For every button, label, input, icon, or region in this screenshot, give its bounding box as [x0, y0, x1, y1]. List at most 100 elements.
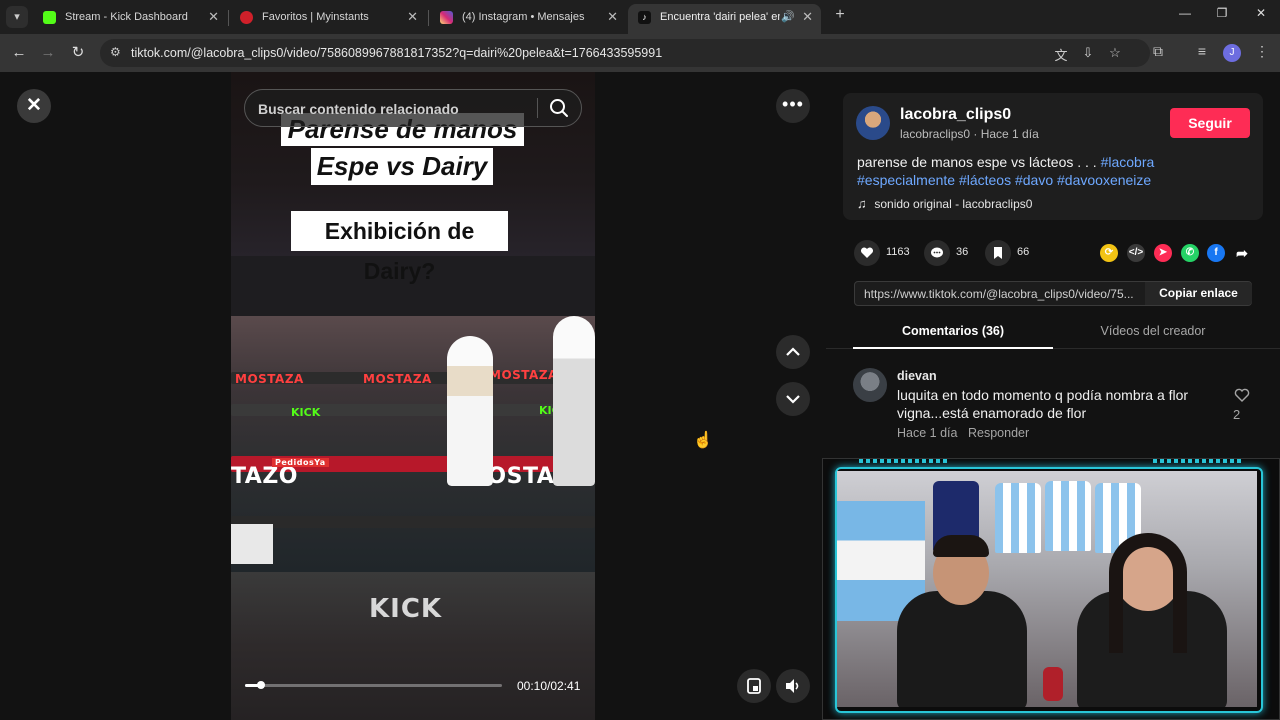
streamer-figure [897, 591, 1027, 707]
search-icon[interactable] [548, 97, 570, 119]
tab-kick-dashboard[interactable]: Stream - Kick Dashboard ✕ [33, 4, 227, 34]
close-icon[interactable]: ✕ [407, 4, 418, 30]
close-video-button[interactable]: ✕ [17, 89, 51, 123]
minimize-button[interactable]: — [1175, 6, 1195, 20]
comment-like-count: 2 [1233, 407, 1241, 422]
author-card: lacobra_clips0 lacobraclips0 · Hace 1 dí… [843, 93, 1263, 220]
translate-icon[interactable]: 文 [1052, 45, 1070, 64]
comment-count: 36 [956, 246, 969, 258]
author-avatar[interactable] [856, 106, 890, 140]
tab-comments[interactable]: Comentarios (36) [853, 324, 1053, 338]
tab-title: Favoritos | Myinstants [262, 11, 369, 23]
description-text: parense de manos espe vs lácteos . . . [857, 154, 1101, 170]
comment-icon [931, 247, 943, 258]
video-caption-line2: Espe vs Dairy [311, 148, 493, 185]
extensions-icon[interactable]: ⧉ [1148, 43, 1168, 60]
copy-link-button[interactable]: Copiar enlace [1145, 282, 1252, 305]
tab-instagram[interactable]: (4) Instagram • Mensajes ✕ [430, 4, 626, 34]
audio-playing-icon[interactable]: 🔊 [781, 4, 795, 30]
save-button[interactable] [985, 240, 1011, 266]
tab-myinstants[interactable]: Favoritos | Myinstants ✕ [230, 4, 426, 34]
previous-video-button[interactable] [776, 335, 810, 369]
next-video-button[interactable] [776, 382, 810, 416]
close-icon[interactable]: ✕ [208, 4, 219, 30]
mouse-cursor-icon: ☝ [693, 432, 713, 449]
author-subtitle: lacobraclips0 · Hace 1 día [900, 127, 1039, 141]
send-icon[interactable]: ➤ [1154, 244, 1172, 262]
media-controls-icon[interactable]: ≡ [1192, 43, 1212, 59]
kick-logo-large: KICK [369, 594, 443, 624]
volume-icon [786, 679, 799, 693]
whatsapp-icon[interactable]: ✆ [1181, 244, 1199, 262]
myinstants-icon [240, 11, 253, 24]
ring-brand-text: MOSTAZA [489, 368, 558, 382]
tiktok-video-page: ✕ MOSTAZA MOSTAZA MOSTAZA KICK KICK TAZO… [0, 72, 1280, 720]
picture-in-picture-button[interactable] [737, 669, 771, 703]
search-divider [537, 98, 538, 118]
search-input[interactable] [258, 99, 528, 119]
comment-username[interactable]: dievan [897, 369, 937, 383]
boxing-ring-scene: MOSTAZA MOSTAZA MOSTAZA KICK KICK TAZO M… [231, 316, 595, 572]
close-icon[interactable]: ✕ [802, 4, 813, 30]
url-text[interactable]: tiktok.com/@lacobra_clips0/video/7586089… [131, 46, 662, 60]
repost-icon[interactable]: ⟳ [1100, 244, 1118, 262]
fighter-figure [447, 336, 493, 486]
frame-decoration [859, 459, 949, 463]
more-options-button[interactable]: ••• [776, 89, 810, 123]
hashtag-links[interactable]: #especialmente #lácteos #davo #davooxene… [857, 172, 1151, 188]
guest-hair [1109, 533, 1187, 653]
browser-toolbar: ← → ↻ ⚙ tiktok.com/@lacobra_clips0/video… [0, 34, 1280, 72]
bookmark-star-icon[interactable]: ☆ [1106, 45, 1124, 61]
hashtag-link[interactable]: #lacobra [1101, 154, 1155, 170]
share-link-text[interactable]: https://www.tiktok.com/@lacobra_clips0/v… [864, 287, 1144, 301]
embed-icon[interactable]: </> [1127, 244, 1145, 262]
profile-avatar[interactable]: J [1223, 44, 1241, 62]
comment-avatar[interactable] [853, 368, 887, 402]
maximize-button[interactable]: ❐ [1212, 6, 1232, 20]
menu-kebab-icon[interactable]: ⋮ [1252, 43, 1272, 60]
tab-bar: ▾ Stream - Kick Dashboard ✕ Favoritos | … [0, 0, 1280, 34]
ring-brand-text-large: TAZO [231, 464, 298, 489]
webcam-overlay [822, 458, 1280, 720]
comment-like-icon[interactable] [1234, 388, 1250, 402]
save-count: 66 [1017, 246, 1030, 258]
back-button[interactable]: ← [9, 43, 29, 63]
reload-button[interactable]: ↻ [68, 43, 88, 63]
address-bar[interactable]: ⚙ tiktok.com/@lacobra_clips0/video/75860… [100, 39, 1150, 67]
facebook-icon[interactable]: f [1207, 244, 1225, 262]
install-app-icon[interactable]: ⇩ [1079, 45, 1097, 61]
tiktok-icon: ♪ [638, 11, 651, 24]
sponsor-text: PedidosYa [272, 458, 329, 467]
author-username[interactable]: lacobra_clips0 [900, 106, 1011, 124]
tab-search-button[interactable]: ▾ [6, 6, 28, 28]
pip-icon [747, 678, 761, 694]
ring-brand-text: MOSTAZA [363, 372, 432, 386]
tab-tiktok[interactable]: ♪ Encuentra 'dairi pelea' en Ti 🔊 ✕ [628, 4, 821, 34]
tab-separator [428, 10, 429, 26]
sound-link[interactable]: ♫ sonido original - lacobraclips0 [857, 196, 1032, 211]
video-progress-handle[interactable] [256, 681, 265, 689]
comment-text: luquita en todo momento q podía nombra a… [897, 387, 1189, 421]
comment-button[interactable] [924, 240, 950, 266]
video-caption-line3: Exhibición de Dairy? [291, 211, 508, 284]
video-progress-bar[interactable] [245, 681, 502, 689]
share-arrow-icon[interactable]: ➦ [1233, 244, 1251, 262]
follow-button[interactable]: Seguir [1170, 108, 1250, 138]
like-button[interactable] [854, 240, 880, 266]
new-tab-button[interactable]: + [830, 6, 850, 24]
related-search-box[interactable] [244, 89, 582, 127]
kick-logo-text: KICK [291, 406, 321, 419]
site-settings-icon[interactable]: ⚙ [110, 45, 121, 59]
video-time: 00:10/02:41 [517, 679, 581, 693]
kick-icon [43, 11, 56, 24]
close-icon[interactable]: ✕ [607, 4, 618, 30]
volume-button[interactable] [776, 669, 810, 703]
tab-creator-videos[interactable]: Vídeos del creador [1053, 324, 1253, 338]
ring-rope [231, 516, 595, 528]
chevron-down-icon [786, 395, 800, 404]
forward-button[interactable]: → [38, 43, 58, 63]
reply-button[interactable]: Responder [968, 426, 1029, 440]
sound-label[interactable]: sonido original - lacobraclips0 [874, 197, 1032, 211]
close-window-button[interactable]: ✕ [1251, 6, 1271, 20]
streamer-hair [933, 535, 989, 557]
